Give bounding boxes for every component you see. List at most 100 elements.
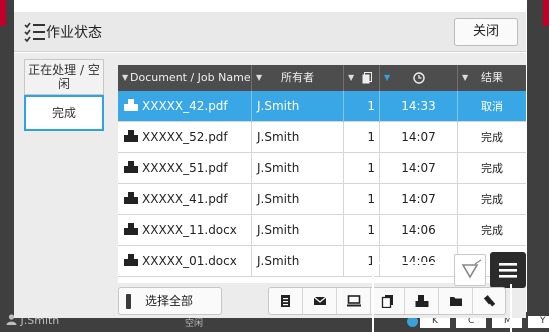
pages-cell-text: 1: [367, 130, 375, 144]
filter-folder-button[interactable]: [439, 288, 473, 314]
select-all-button[interactable]: 选择全部: [118, 287, 222, 315]
result-cell-text: 完成: [481, 224, 503, 237]
time-cell: 14:07: [380, 122, 458, 153]
document-name-cell-text: XXXXX_42.pdf: [142, 99, 228, 113]
pages-cell: 1: [344, 122, 380, 153]
time-cell: 14:06: [380, 215, 458, 246]
owner-cell: J.Smith: [252, 91, 344, 122]
column-header-result[interactable]: ▼ 结果: [458, 65, 526, 91]
result-cell: 完成: [458, 184, 526, 215]
column-header-document-label: Document / Job Name: [130, 71, 251, 84]
owner-cell-text: J.Smith: [257, 161, 300, 175]
callout-line: [372, 262, 374, 332]
select-all-icon: [126, 294, 131, 309]
table-row[interactable]: XXXXX_42.pdf J.Smith 1 14:33 取消: [118, 91, 526, 122]
column-header-owner-label: 所有者: [281, 71, 314, 84]
result-cell: 完成: [458, 215, 526, 246]
hamburger-menu-icon: [499, 263, 517, 278]
table-row[interactable]: XXXXX_51.pdf J.Smith 1 14:07 完成: [118, 153, 526, 184]
column-header-document[interactable]: ▼ Document / Job Name: [118, 65, 252, 91]
document-name-cell-text: XXXXX_01.docx: [142, 254, 237, 268]
table-row[interactable]: XXXXX_41.pdf J.Smith 1 14:07 完成: [118, 184, 526, 215]
filter-usb-button[interactable]: [473, 288, 507, 314]
background-left-panel: [0, 0, 14, 332]
result-cell-text: 完成: [481, 162, 503, 175]
result-cell: 取消: [458, 91, 526, 122]
time-cell-text: 14:07: [401, 161, 436, 175]
pages-cell-text: 1: [367, 223, 375, 237]
computer-icon: [347, 295, 361, 307]
sort-arrow-icon: ▼: [462, 73, 469, 82]
document-name-cell-text: XXXXX_41.pdf: [142, 192, 228, 206]
sort-arrow-icon: ▼: [384, 73, 391, 82]
pages-cell: 1: [344, 91, 380, 122]
callout-line: [372, 262, 452, 264]
sort-arrow-icon: ▼: [348, 73, 355, 82]
toner-y: Y: [528, 316, 549, 328]
result-cell-text: 完成: [481, 131, 503, 144]
folder-icon: [450, 297, 462, 306]
time-cell: 14:33: [380, 91, 458, 122]
job-table: ▼ Document / Job Name ▼ 所有者 ▼ ▼ ▼ 结果 XXXXX_…: [118, 65, 526, 283]
document-name-cell: XXXXX_51.pdf: [118, 153, 252, 184]
print-job-icon: [124, 223, 138, 235]
time-cell: 14:07: [380, 153, 458, 184]
filter-copy-button[interactable]: [371, 288, 405, 314]
document-name-cell-text: XXXXX_52.pdf: [142, 130, 228, 144]
owner-cell-text: J.Smith: [257, 223, 300, 237]
select-all-label: 选择全部: [145, 294, 194, 308]
filter-print-button[interactable]: [405, 288, 439, 314]
owner-cell: J.Smith: [252, 215, 344, 246]
owner-cell-text: J.Smith: [257, 130, 300, 144]
time-cell-text: 14:06: [401, 223, 436, 237]
sort-arrow-icon: ▼: [122, 73, 129, 82]
result-cell-text: 取消: [481, 100, 503, 113]
page-icon: [362, 72, 372, 84]
tab-processing-idle[interactable]: 正在处理 / 空闲: [24, 59, 104, 95]
time-cell-text: 14:33: [401, 99, 436, 113]
owner-cell-text: J.Smith: [257, 192, 300, 206]
clock-icon: [413, 72, 425, 84]
job-list-icon: [281, 295, 290, 307]
sort-arrow-icon: ▼: [256, 73, 263, 82]
result-cell: 完成: [458, 153, 526, 184]
document-name-cell-text: XXXXX_11.docx: [142, 223, 237, 237]
document-name-cell-text: XXXXX_51.pdf: [142, 161, 228, 175]
print-job-icon: [124, 254, 138, 266]
title-bar: 作业状态 关闭: [14, 12, 526, 52]
owner-cell: J.Smith: [252, 153, 344, 184]
document-name-cell: XXXXX_01.docx: [118, 246, 252, 277]
background-accent: [0, 0, 6, 26]
owner-cell: J.Smith: [252, 122, 344, 153]
copy-icon: [381, 295, 393, 308]
job-list-icon: [24, 22, 45, 42]
document-name-cell: XXXXX_11.docx: [118, 215, 252, 246]
document-name-cell: XXXXX_52.pdf: [118, 122, 252, 153]
detail-button[interactable]: [454, 254, 486, 286]
mail-icon: [313, 296, 327, 305]
pages-cell-text: 1: [367, 192, 375, 206]
print-job-icon: [124, 192, 138, 204]
dialog-title: 作业状态: [46, 25, 102, 41]
table-header: ▼ Document / Job Name ▼ 所有者 ▼ ▼ ▼ 结果: [118, 65, 526, 91]
menu-button[interactable]: [490, 252, 526, 288]
filter-job-list-button[interactable]: [269, 288, 303, 314]
time-cell-text: 14:07: [401, 130, 436, 144]
column-header-pages[interactable]: ▼: [344, 65, 380, 91]
document-name-cell: XXXXX_41.pdf: [118, 184, 252, 215]
close-button[interactable]: 关闭: [454, 18, 518, 46]
print-job-icon: [124, 99, 138, 111]
owner-cell-text: J.Smith: [257, 254, 300, 268]
column-header-time[interactable]: ▼: [380, 65, 458, 91]
tab-completed[interactable]: 完成: [24, 95, 104, 131]
pages-cell-text: 1: [367, 99, 375, 113]
pages-cell: 1: [344, 215, 380, 246]
filter-computer-button[interactable]: [337, 288, 371, 314]
table-row[interactable]: XXXXX_11.docx J.Smith 1 14:06 完成: [118, 215, 526, 246]
document-name-cell: XXXXX_42.pdf: [118, 91, 252, 122]
filter-mail-button[interactable]: [303, 288, 337, 314]
job-filter-bar: [268, 287, 506, 315]
table-row[interactable]: XXXXX_52.pdf J.Smith 1 14:07 完成: [118, 122, 526, 153]
column-header-owner[interactable]: ▼ 所有者: [252, 65, 344, 91]
owner-cell-text: J.Smith: [257, 99, 300, 113]
